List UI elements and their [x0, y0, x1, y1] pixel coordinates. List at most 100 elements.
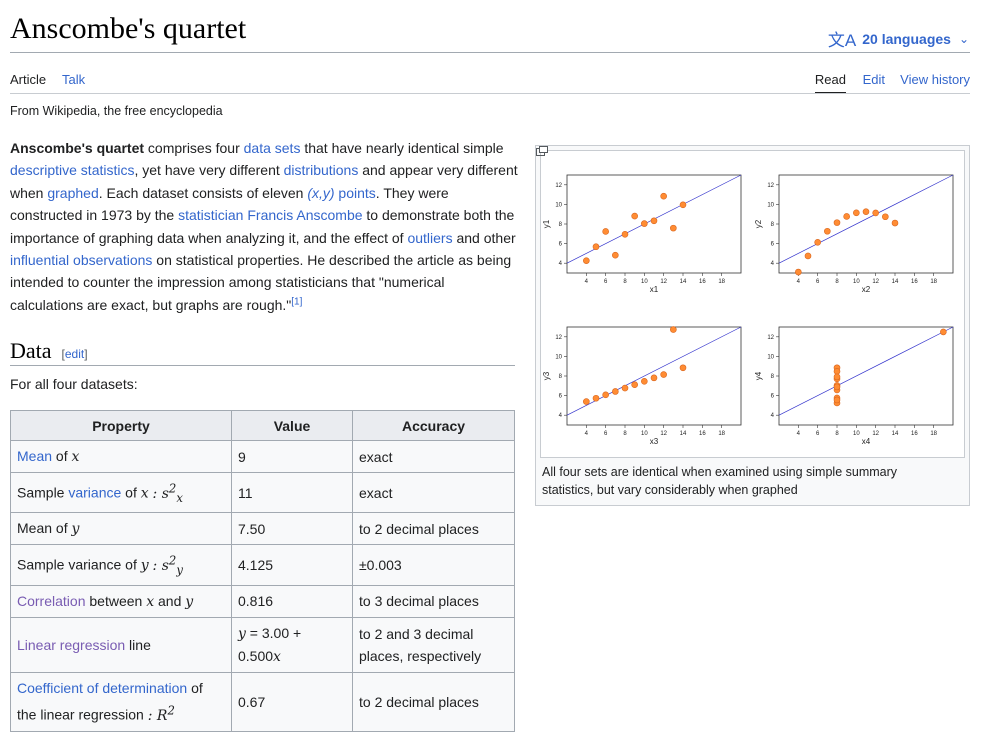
tab-view-history[interactable]: View history: [900, 72, 970, 87]
data-point: [621, 384, 629, 392]
property-cell: Correlation between x and y: [10, 584, 232, 618]
section-edit: [edit]: [62, 347, 88, 361]
lead-text: comprises four: [144, 140, 244, 156]
y-tick-label: 8: [771, 222, 775, 228]
math-symbol: : s2y: [152, 553, 183, 576]
figure-caption: All four sets are identical when examine…: [542, 465, 898, 497]
property-cell: Mean of y: [10, 512, 232, 546]
link-coefficient-of-determination[interactable]: Coefficient of determination: [17, 680, 187, 696]
x-tick-label: 14: [680, 279, 687, 285]
data-point: [853, 209, 860, 217]
math-text: : s: [152, 558, 169, 575]
data-point: [679, 364, 687, 372]
table-row: Mean of x 9 exact: [10, 440, 515, 473]
cell-text: Sample variance of: [17, 557, 141, 574]
x-tick-label: 12: [660, 279, 667, 285]
link-descriptive-statistics[interactable]: descriptive statistics: [10, 162, 134, 178]
math-symbol: : R2: [147, 703, 175, 724]
anscombe-quartet-plots: 4 6 8 10 12 14 16 184681012x1y14 6 8 10 12 14 16 18468…: [542, 174, 954, 446]
tab-article[interactable]: Article: [10, 72, 46, 93]
y-tick-label: 10: [767, 354, 774, 360]
link-francis-anscombe[interactable]: statistician Francis Anscombe: [178, 207, 362, 223]
x-tick-label: 8: [835, 279, 839, 285]
cell-text: = 3.00 + 0.500: [238, 624, 302, 664]
y-axis-label: y2: [754, 219, 763, 228]
data-point: [602, 391, 609, 399]
languages-button[interactable]: 文A 20 languages ⌄: [828, 26, 969, 51]
x-tick-label: 4: [585, 431, 589, 437]
link-linear-regression[interactable]: Linear regression: [17, 637, 125, 653]
link-mean[interactable]: Mean: [17, 448, 52, 464]
link-points[interactable]: (x,y) points: [307, 185, 375, 201]
cell-text: Mean of: [17, 520, 72, 537]
link-correlation[interactable]: Correlation: [17, 593, 85, 609]
link-points-math: (x,y): [307, 184, 335, 201]
title-divider: [10, 52, 970, 53]
data-point: [843, 213, 850, 220]
tab-edit[interactable]: Edit: [863, 72, 885, 87]
x-tick-label: 10: [853, 431, 860, 437]
y-tick-label: 6: [559, 242, 563, 248]
data-point: [804, 252, 812, 260]
page-tabs: Article Talk Read Edit View history: [10, 70, 970, 94]
math-var: x: [71, 449, 80, 465]
column-header-value: Value: [231, 410, 353, 441]
y-tick-label: 8: [559, 222, 563, 228]
tabs-divider: [10, 93, 970, 94]
math-text: : R: [147, 707, 168, 724]
x-tick-label: 6: [604, 279, 608, 285]
data-point: [833, 396, 841, 404]
lead-term: Anscombe's quartet: [10, 140, 145, 156]
data-point: [592, 394, 600, 402]
link-graphed[interactable]: graphed: [47, 185, 98, 201]
section-title: Data: [10, 338, 52, 363]
data-point: [660, 371, 667, 378]
y-tick-label: 12: [767, 335, 774, 341]
y-tick-label: 6: [771, 394, 775, 400]
cell-text: Sample: [17, 484, 69, 501]
reference-1[interactable]: [1]: [291, 296, 302, 307]
column-header-property: Property: [10, 410, 232, 441]
data-point: [583, 257, 590, 264]
tab-read[interactable]: Read: [814, 72, 846, 94]
cell-text: and: [154, 592, 186, 609]
x-tick-label: 16: [699, 279, 706, 285]
section-edit-link[interactable]: edit: [65, 347, 84, 361]
math-var: y: [185, 593, 194, 610]
link-variance[interactable]: variance: [68, 485, 121, 501]
x-tick-label: 10: [853, 279, 860, 285]
math-sub: x: [176, 490, 183, 505]
link-distributions[interactable]: distributions: [284, 162, 359, 178]
plot-frame: [778, 326, 954, 426]
data-point: [833, 368, 841, 375]
cell-text: between: [85, 592, 147, 609]
figure-thumbnail: 4 6 8 10 12 14 16 18 4 6 8 10 12 x1 y1 4 6 8 10 12 14 16 18 4 6 8…: [535, 145, 970, 506]
enlarge-icon[interactable]: [536, 146, 548, 156]
property-cell: Sample variance of y : s2y: [10, 544, 232, 586]
link-outliers[interactable]: outliers: [407, 230, 452, 246]
translate-icon: 文A: [827, 31, 857, 50]
math-symbol: : s2x: [153, 481, 183, 505]
data-point: [872, 209, 879, 217]
property-cell: Linear regression line: [10, 616, 232, 673]
cell-text: of: [52, 448, 72, 464]
accuracy-cell: to 2 decimal places: [352, 512, 515, 546]
math-var: x: [146, 593, 155, 610]
cell-text: of: [121, 484, 141, 501]
data-point: [631, 212, 638, 220]
tab-talk[interactable]: Talk: [62, 72, 85, 87]
link-influential-observations[interactable]: influential observations: [10, 252, 152, 268]
data-point: [621, 230, 629, 238]
data-point: [833, 219, 841, 226]
value-cell: 11: [231, 471, 353, 514]
x-tick-label: 6: [604, 431, 608, 437]
y-axis-label: y3: [542, 371, 551, 380]
figure-image[interactable]: 4 6 8 10 12 14 16 18 4 6 8 10 12 x1 y1 4 6 8 10 12 14 16 18 4 6 8…: [540, 150, 965, 458]
x-tick-label: 14: [892, 431, 899, 437]
y-tick-label: 4: [771, 261, 775, 267]
x-axis-label: x1: [650, 285, 659, 294]
accuracy-cell: to 3 decimal places: [352, 584, 515, 618]
cell-text: line: [125, 636, 151, 653]
data-point: [612, 388, 619, 395]
link-data-sets[interactable]: data sets: [244, 140, 301, 156]
